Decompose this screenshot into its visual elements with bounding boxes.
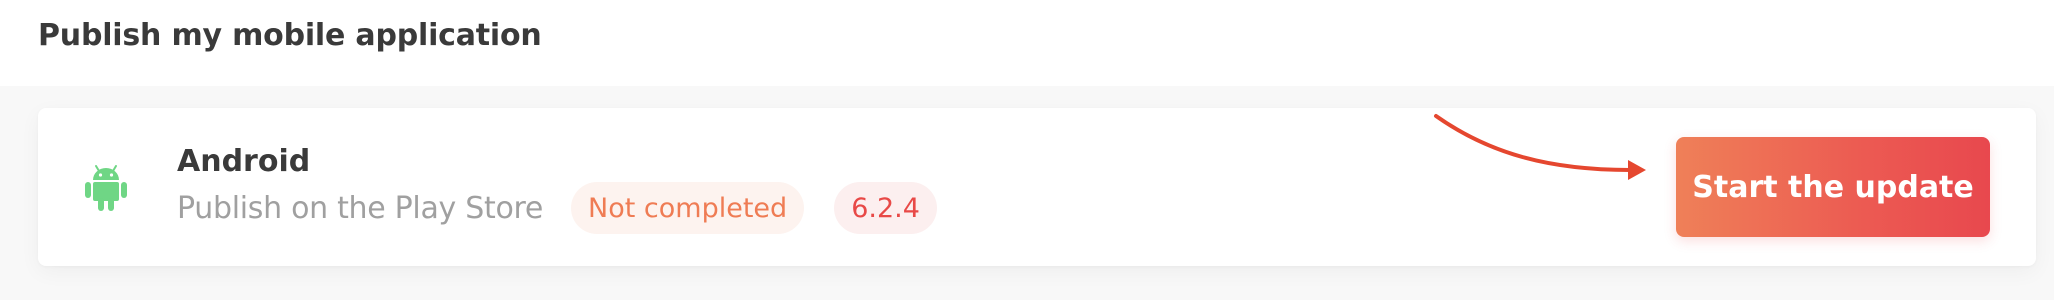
store-description: Publish on the Play Store xyxy=(177,190,544,226)
android-icon xyxy=(85,165,127,211)
version-badge: 6.2.4 xyxy=(834,182,937,234)
page-title: Publish my mobile application xyxy=(38,18,542,53)
platform-name: Android xyxy=(177,144,311,179)
status-badge: Not completed xyxy=(571,182,805,234)
arrow-annotation xyxy=(1434,114,1646,180)
start-update-button[interactable]: Start the update xyxy=(1676,137,1990,237)
platform-details: Publish on the Play Store Not completed … xyxy=(177,182,937,234)
